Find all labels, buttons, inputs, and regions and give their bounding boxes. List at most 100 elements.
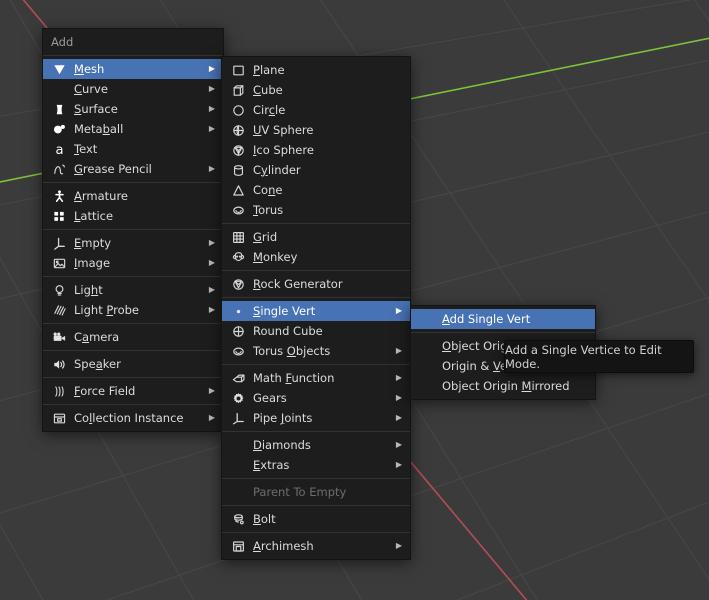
- menu-item-label: Parent To Empty: [253, 485, 347, 499]
- icon-placeholder: [417, 378, 437, 394]
- monkey-icon: [228, 249, 248, 265]
- menu-item-extras[interactable]: Extras ▶: [222, 455, 410, 475]
- submenu-arrow-icon: ▶: [208, 164, 216, 173]
- menu-item-grease-pencil[interactable]: Grease Pencil ▶: [43, 159, 223, 179]
- menu-item-label: Lattice: [74, 209, 114, 223]
- mesh-submenu-panel[interactable]: Plane▶Cube▶Circle▶UV Sphere▶Ico Sphere▶C…: [221, 56, 411, 560]
- menu-item-circle[interactable]: Circle▶: [222, 100, 410, 120]
- menu-item-label: Text: [74, 142, 98, 156]
- submenu-arrow-icon: ▶: [208, 305, 216, 314]
- submenu-arrow-icon: ▶: [395, 373, 403, 382]
- speaker-icon: [49, 356, 69, 372]
- menu-item-curve[interactable]: Curve ▶: [43, 79, 223, 99]
- menu-item-light-probe[interactable]: Light Probe ▶: [43, 300, 223, 320]
- menu-item-gears[interactable]: Gears ▶: [222, 388, 410, 408]
- submenu-arrow-icon: ▶: [208, 386, 216, 395]
- menu-group: Mesh▶Curve▶Surface▶Metaball▶aText▶Grease…: [43, 56, 223, 182]
- menu-item-cube[interactable]: Cube▶: [222, 80, 410, 100]
- menu-item-object-origin-mirrored[interactable]: Object Origin Mirrored▶: [411, 376, 595, 396]
- menu-item-label: Rock Generator: [253, 277, 343, 291]
- torus-icon: [228, 202, 248, 218]
- svg-text:a: a: [55, 143, 63, 157]
- menu-item-uv-sphere[interactable]: UV Sphere▶: [222, 120, 410, 140]
- menu-item-cylinder[interactable]: Cylinder▶: [222, 160, 410, 180]
- none: [228, 484, 248, 500]
- light-probe-icon: [49, 302, 69, 318]
- curve-icon: [49, 81, 69, 97]
- menu-item-cone[interactable]: Cone▶: [222, 180, 410, 200]
- menu-item-collection-instance[interactable]: Collection Instance ▶: [43, 408, 223, 428]
- menu-group: Grid▶Monkey▶: [222, 224, 410, 270]
- camera-icon: [49, 329, 69, 345]
- menu-group: Speaker▶: [43, 351, 223, 377]
- math-function-icon: [228, 370, 248, 386]
- blender-viewport-window: Add Mesh▶Curve▶Surface▶Metaball▶aText▶Gr…: [0, 0, 709, 600]
- menu-group: Empty ▶ Image ▶: [43, 230, 223, 276]
- menu-item-rock-generator[interactable]: Rock Generator▶: [222, 274, 410, 294]
- menu-item-label: Camera: [74, 330, 120, 344]
- menu-item-label: Force Field: [74, 384, 136, 398]
- cylinder-icon: [228, 162, 248, 178]
- menu-item-add-single-vert[interactable]: Add Single Vert▶: [411, 309, 595, 329]
- mesh-menu-body: Plane▶Cube▶Circle▶UV Sphere▶Ico Sphere▶C…: [222, 57, 410, 559]
- menu-item-ico-sphere[interactable]: Ico Sphere▶: [222, 140, 410, 160]
- menu-item-grid[interactable]: Grid▶: [222, 227, 410, 247]
- menu-item-metaball[interactable]: Metaball ▶: [43, 119, 223, 139]
- grid-icon: [228, 229, 248, 245]
- submenu-arrow-icon: ▶: [395, 440, 403, 449]
- none: [228, 457, 248, 473]
- gears-icon: [228, 390, 248, 406]
- menu-item-lattice[interactable]: Lattice▶: [43, 206, 223, 226]
- add-menu-title: Add: [43, 29, 223, 55]
- submenu-arrow-icon: ▶: [208, 64, 216, 73]
- menu-item-archimesh[interactable]: Archimesh ▶: [222, 536, 410, 556]
- menu-item-surface[interactable]: Surface ▶: [43, 99, 223, 119]
- menu-item-empty[interactable]: Empty ▶: [43, 233, 223, 253]
- bolt-icon: [228, 511, 248, 527]
- icon-placeholder: [417, 311, 437, 327]
- submenu-arrow-icon: ▶: [208, 124, 216, 133]
- menu-item-plane[interactable]: Plane▶: [222, 60, 410, 80]
- menu-item-round-cube[interactable]: Round Cube▶: [222, 321, 410, 341]
- menu-item-label: Light Probe: [74, 303, 139, 317]
- menu-item-force-field[interactable]: Force Field ▶: [43, 381, 223, 401]
- menu-item-label: Cube: [253, 83, 283, 97]
- menu-item-speaker[interactable]: Speaker▶: [43, 354, 223, 374]
- menu-item-label: Diamonds: [253, 438, 311, 452]
- menu-group: Force Field ▶: [43, 378, 223, 404]
- add-menu-panel[interactable]: Add Mesh▶Curve▶Surface▶Metaball▶aText▶Gr…: [42, 28, 224, 432]
- menu-item-bolt[interactable]: Bolt▶: [222, 509, 410, 529]
- menu-group: Collection Instance ▶: [43, 405, 223, 431]
- menu-item-text[interactable]: aText▶: [43, 139, 223, 159]
- menu-item-armature[interactable]: Armature▶: [43, 186, 223, 206]
- menu-item-monkey[interactable]: Monkey▶: [222, 247, 410, 267]
- none: [228, 437, 248, 453]
- menu-item-single-vert[interactable]: Single Vert ▶: [222, 301, 410, 321]
- menu-group: Diamonds ▶ Extras ▶: [222, 432, 410, 478]
- pipe-joints-icon: [228, 410, 248, 426]
- menu-item-math-function[interactable]: Math Function ▶: [222, 368, 410, 388]
- grease-pencil-icon: [49, 161, 69, 177]
- submenu-arrow-icon: ▶: [208, 238, 216, 247]
- menu-item-label: Light: [74, 283, 103, 297]
- image-icon: [49, 255, 69, 271]
- plane-icon: [228, 62, 248, 78]
- submenu-arrow-icon: ▶: [208, 413, 216, 422]
- submenu-arrow-icon: ▶: [395, 346, 403, 355]
- menu-group: Camera▶: [43, 324, 223, 350]
- menu-item-torus-objects[interactable]: Torus Objects ▶: [222, 341, 410, 361]
- menu-item-diamonds[interactable]: Diamonds ▶: [222, 435, 410, 455]
- menu-item-light[interactable]: Light ▶: [43, 280, 223, 300]
- menu-item-label: Pipe Joints: [253, 411, 313, 425]
- menu-item-label: Circle: [253, 103, 286, 117]
- add-menu-body: Mesh▶Curve▶Surface▶Metaball▶aText▶Grease…: [43, 56, 223, 431]
- menu-item-label: Armature: [74, 189, 128, 203]
- menu-item-pipe-joints[interactable]: Pipe Joints ▶: [222, 408, 410, 428]
- menu-item-label: Round Cube: [253, 324, 323, 338]
- menu-item-camera[interactable]: Camera▶: [43, 327, 223, 347]
- menu-item-torus[interactable]: Torus▶: [222, 200, 410, 220]
- menu-item-image[interactable]: Image ▶: [43, 253, 223, 273]
- menu-item-mesh[interactable]: Mesh ▶: [43, 59, 223, 79]
- menu-item-label: Cone: [253, 183, 283, 197]
- cube-icon: [228, 82, 248, 98]
